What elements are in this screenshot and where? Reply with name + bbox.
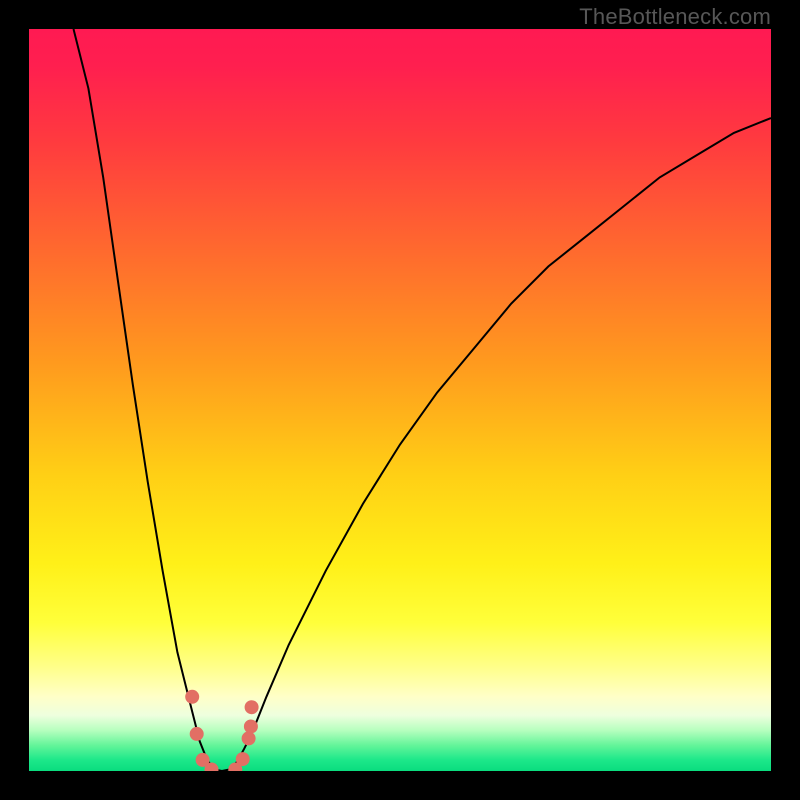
chart-background (29, 29, 771, 771)
data-dot (236, 752, 250, 766)
data-dot (242, 731, 256, 745)
data-dot (245, 700, 259, 714)
data-dot (185, 690, 199, 704)
data-dot (190, 727, 204, 741)
chart-frame: TheBottleneck.com (0, 0, 800, 800)
chart-plot (29, 29, 771, 771)
data-dot (244, 720, 258, 734)
watermark-text: TheBottleneck.com (579, 4, 771, 30)
